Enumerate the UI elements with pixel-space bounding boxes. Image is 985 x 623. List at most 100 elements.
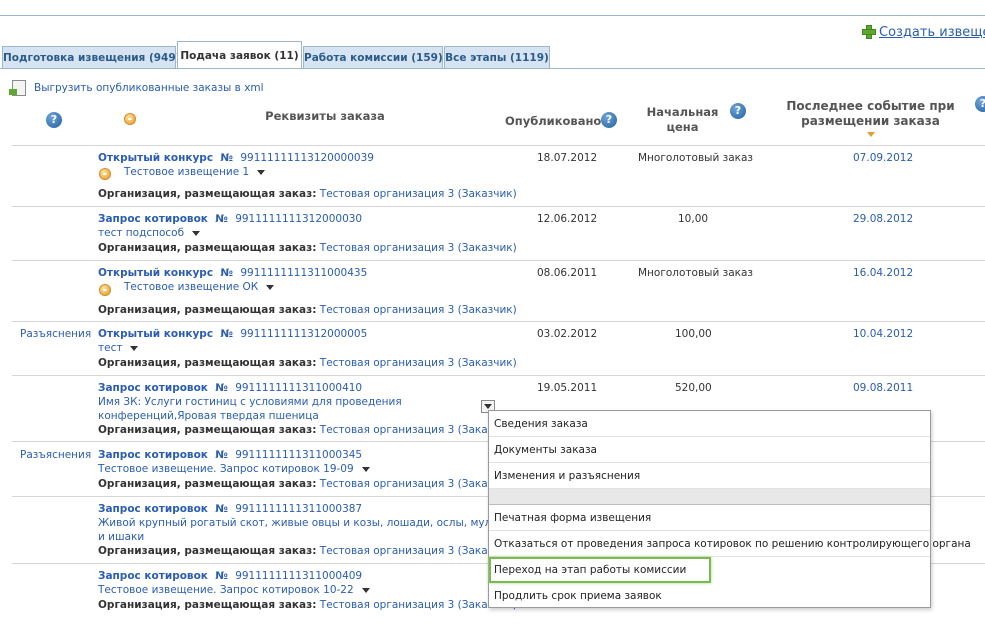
order-name-text: Тестовое извещение. Запрос котировок 19-… — [98, 463, 354, 475]
order-org: Организация, размещающая заказ: Тестовая… — [98, 598, 517, 612]
order-name-text: тест подспособ — [98, 227, 185, 239]
status-icon — [99, 284, 111, 296]
clarifications-link[interactable]: Разъяснения — [20, 448, 91, 462]
export-xml-icon — [9, 80, 26, 96]
order-name[interactable]: Тестовое извещение. Запрос котировок 19-… — [98, 462, 370, 476]
order-name[interactable]: Имя ЗК: Услуги гостиниц с условиями для … — [98, 395, 402, 409]
order-type: Открытый конкурс — [98, 328, 214, 340]
column-last-event[interactable]: Последнее событие при размещении заказа — [778, 99, 963, 129]
published-date: 19.05.2011 — [537, 382, 598, 394]
org-link[interactable]: Тестовая организация 3 (Заказчик) — [320, 188, 517, 200]
order-title[interactable]: Запрос котировок № 9911111111311000410 — [98, 381, 362, 395]
column-price-line2: цена — [666, 120, 699, 134]
row-divider — [12, 260, 985, 261]
order-number-label: № — [215, 503, 228, 515]
order-title[interactable]: Открытый конкурс № 99111111113120000039 — [98, 151, 374, 165]
status-icon — [124, 113, 136, 125]
order-type: Открытый конкурс — [98, 267, 214, 279]
last-event-date[interactable]: 10.04.2012 — [853, 327, 913, 341]
status-icon — [99, 168, 111, 180]
published-help-icon[interactable]: ? — [601, 112, 617, 128]
org-label: Организация, размещающая заказ: — [98, 188, 317, 200]
price-help-icon[interactable]: ? — [730, 103, 746, 119]
row-divider — [12, 206, 985, 207]
order-name[interactable]: Тестовое извещение. Запрос котировок 10-… — [98, 583, 370, 597]
order-number: 9911111111311000435 — [240, 267, 368, 279]
dropdown-caret-icon[interactable] — [257, 169, 266, 175]
order-number-label: № — [215, 382, 228, 394]
order-name-text: Тестовое извещение ОК — [124, 281, 259, 293]
initial-price: 100,00 — [675, 328, 712, 340]
order-number-label: № — [220, 152, 234, 164]
org-label: Организация, размещающая заказ: — [98, 242, 317, 254]
tab-commission[interactable]: Работа комиссии (159) — [303, 46, 443, 68]
column-event-line2: размещении заказа — [801, 114, 940, 128]
tab-preparation[interactable]: Подготовка извещения (949) — [2, 46, 180, 68]
org-label: Организация, размещающая заказ: — [98, 304, 317, 316]
order-name[interactable]: Живой крупный рогатый скот, живые овцы и… — [98, 516, 500, 530]
menu-item-extend-deadline[interactable]: Продлить срок приема заявок — [489, 583, 930, 609]
order-number: 9911111111311000409 — [235, 570, 363, 582]
tab-all-stages[interactable]: Все этапы (1119) — [444, 46, 550, 68]
export-xml-link[interactable]: Выгрузить опубликованные заказы в xml — [9, 80, 264, 96]
order-title[interactable]: Запрос котировок № 9911111111311000409 — [98, 569, 362, 583]
order-title[interactable]: Открытый конкурс № 9911111111311000435 — [98, 266, 367, 280]
menu-item-go-to-commission[interactable]: Переход на этап работы комиссии — [489, 557, 711, 583]
tab-applications[interactable]: Подача заявок (11) — [177, 41, 302, 69]
dropdown-caret-icon[interactable] — [130, 345, 139, 351]
row-divider — [12, 321, 985, 322]
column-published[interactable]: Опубликовано — [505, 114, 601, 129]
order-type: Запрос котировок — [98, 382, 208, 394]
order-type: Открытый конкурс — [98, 152, 214, 164]
row-divider — [12, 145, 985, 146]
published-date: 12.06.2012 — [537, 213, 598, 225]
order-org: Организация, размещающая заказ: Тестовая… — [98, 303, 517, 317]
dropdown-caret-icon[interactable] — [361, 587, 370, 593]
menu-item-cancel-quotation[interactable]: Отказаться от проведения запроса котиров… — [489, 531, 971, 557]
order-name-continued[interactable]: и ишаки — [98, 530, 144, 544]
order-name-text: Тестовое извещение 1 — [124, 166, 250, 178]
order-name[interactable]: тест подспособ — [98, 226, 201, 240]
create-notice-link-area[interactable]: Создать извеще — [862, 23, 985, 41]
order-title[interactable]: Запрос котировок № 9911111111311000387 — [98, 502, 362, 516]
order-number: 9911111111311000410 — [235, 382, 363, 394]
last-event-date[interactable]: 07.09.2012 — [853, 151, 913, 165]
order-name[interactable]: тест — [98, 341, 139, 355]
last-event-date[interactable]: 16.04.2012 — [853, 266, 913, 280]
dropdown-caret-icon[interactable] — [266, 284, 275, 290]
menu-item-order-documents[interactable]: Документы заказа — [489, 437, 930, 463]
clarifications-link[interactable]: Разъяснения — [20, 327, 91, 341]
column-details: Реквизиты заказа — [265, 109, 385, 123]
row-divider — [12, 375, 985, 376]
order-name[interactable]: Тестовое извещение ОК — [124, 280, 275, 294]
org-label: Организация, размещающая заказ: — [98, 478, 317, 490]
order-number: 9911111111311000387 — [235, 503, 363, 515]
initial-price: 520,00 — [675, 382, 712, 394]
order-name-continued[interactable]: конференций,Яровая твердая пшеница — [98, 409, 319, 423]
menu-item-changes-clarifications[interactable]: Изменения и разъяснения — [489, 463, 930, 489]
create-notice-link[interactable]: Создать извеще — [879, 25, 985, 40]
dropdown-caret-icon[interactable] — [361, 466, 370, 472]
menu-item-print-notice[interactable]: Печатная форма извещения — [489, 505, 930, 531]
org-link[interactable]: Тестовая организация 3 (Заказчик) — [320, 304, 517, 316]
last-event-date[interactable]: 29.08.2012 — [853, 212, 913, 226]
published-date: 08.06.2011 — [537, 267, 598, 279]
order-name[interactable]: Тестовое извещение 1 — [124, 165, 266, 179]
sort-desc-icon[interactable] — [867, 132, 875, 137]
menu-separator — [489, 489, 930, 505]
order-type: Запрос котировок — [98, 213, 208, 225]
initial-price: 10,00 — [678, 213, 709, 225]
last-event-date[interactable]: 09.08.2011 — [853, 381, 913, 395]
help-icon[interactable]: ? — [46, 112, 62, 128]
order-number: 9911111111312000005 — [240, 328, 368, 340]
order-title[interactable]: Запрос котировок № 9911111111311000345 — [98, 448, 362, 462]
org-link[interactable]: Тестовая организация 3 (Заказчик) — [320, 242, 517, 254]
order-title[interactable]: Запрос котировок № 9911111111312000030 — [98, 212, 362, 226]
event-help-icon[interactable]: ? — [975, 96, 985, 112]
menu-item-order-details[interactable]: Сведения заказа — [489, 411, 930, 437]
order-title[interactable]: Открытый конкурс № 9911111111312000005 — [98, 327, 367, 341]
initial-price: Многолотовый заказ — [638, 267, 753, 279]
org-link[interactable]: Тестовая организация 3 (Заказчик) — [320, 357, 517, 369]
order-name-text: тест — [98, 342, 123, 354]
dropdown-caret-icon[interactable] — [192, 230, 201, 236]
